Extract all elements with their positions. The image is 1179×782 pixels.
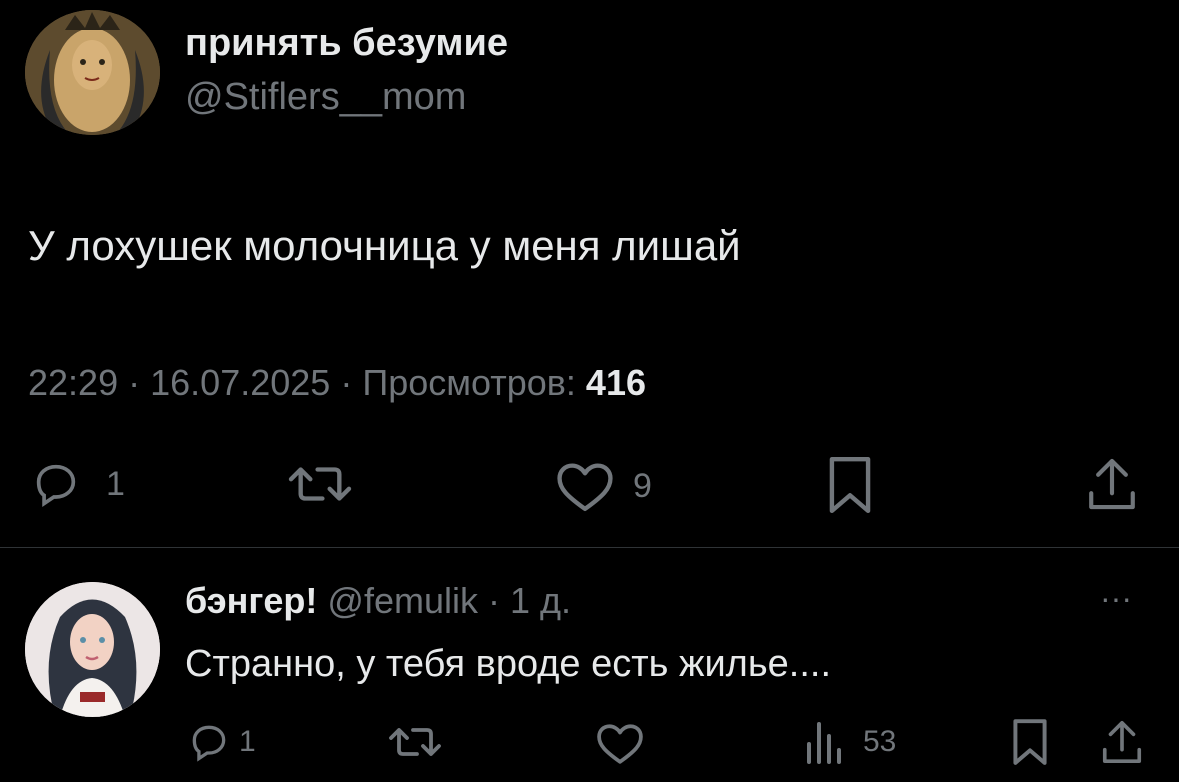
- main-reply-button[interactable]: 1: [28, 458, 125, 510]
- meta-separator: ·: [128, 362, 141, 403]
- reply-display-name[interactable]: бэнгер!: [185, 580, 317, 621]
- share-icon: [1084, 454, 1140, 514]
- main-bookmark-button[interactable]: [826, 454, 874, 516]
- reply-avatar[interactable]: [25, 582, 160, 717]
- more-icon: ···: [1100, 580, 1132, 616]
- share-icon: [1099, 717, 1145, 767]
- reply-bookmark-button[interactable]: [1010, 717, 1050, 767]
- main-reply-count: 1: [106, 464, 125, 503]
- main-display-name[interactable]: принять безумие: [185, 22, 508, 65]
- views-label: Просмотров:: [362, 362, 576, 403]
- reply-icon: [28, 458, 84, 510]
- reply-text: Странно, у тебя вроде есть жилье....: [185, 643, 831, 685]
- like-icon: [594, 720, 646, 766]
- reply-reply-button[interactable]: 1: [185, 720, 256, 764]
- main-like-button[interactable]: 9: [553, 458, 652, 514]
- reply-separator: ·: [488, 580, 500, 621]
- bookmark-icon: [1010, 717, 1050, 767]
- main-share-button[interactable]: [1084, 454, 1140, 514]
- main-retweet-button[interactable]: [284, 455, 356, 513]
- reply-reply-count: 1: [239, 725, 256, 758]
- main-meta: 22:29 · 16.07.2025 · Просмотров: 416: [28, 362, 646, 404]
- more-button[interactable]: ···: [1100, 580, 1132, 617]
- bookmark-icon: [826, 454, 874, 516]
- retweet-icon: [385, 718, 445, 766]
- reply-like-button[interactable]: [594, 720, 646, 766]
- reply-share-button[interactable]: [1099, 717, 1145, 767]
- main-avatar[interactable]: [25, 10, 160, 135]
- main-handle[interactable]: @Stiflers__mom: [185, 76, 466, 119]
- reply-age[interactable]: 1 д.: [510, 580, 571, 621]
- main-tweet-text: У лохушек молочница у меня лишай: [28, 222, 741, 269]
- reply-views-button[interactable]: 53: [803, 720, 896, 764]
- retweet-icon: [284, 455, 356, 513]
- reply-handle[interactable]: @femulik: [327, 580, 478, 621]
- views-icon: [803, 720, 843, 764]
- reply-views-count: 53: [863, 725, 897, 758]
- main-like-count: 9: [633, 466, 652, 505]
- main-time[interactable]: 22:29: [28, 362, 118, 403]
- like-icon: [553, 458, 617, 514]
- divider: [0, 547, 1179, 548]
- views-count[interactable]: 416: [586, 362, 646, 403]
- reply-icon: [185, 720, 233, 764]
- main-date[interactable]: 16.07.2025: [150, 362, 330, 403]
- reply-retweet-button[interactable]: [385, 718, 445, 766]
- meta-separator: ·: [340, 362, 353, 403]
- reply-header: бэнгер! @femulik · 1 д.: [185, 580, 571, 622]
